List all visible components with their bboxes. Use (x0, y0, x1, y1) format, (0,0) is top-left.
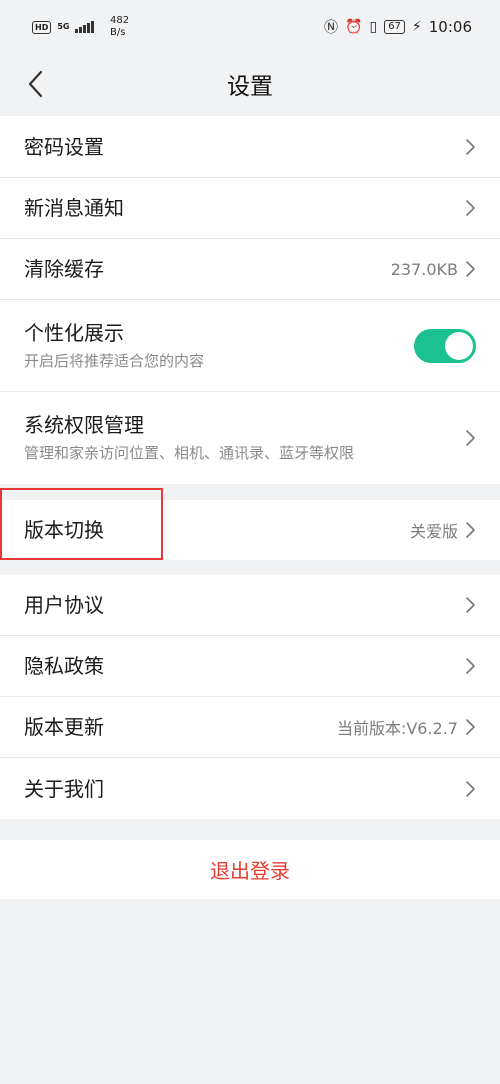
chevron-right-icon (464, 657, 476, 675)
back-button[interactable] (18, 66, 54, 102)
chevron-right-icon (464, 429, 476, 447)
nfc-icon: Ⓝ (324, 20, 339, 36)
status-bar: HD 5G 482 B/s Ⓝ ⏰ ▯ 67 ⚡ 10:06 (0, 0, 500, 54)
row-personalized-display: 个性化展示 开启后将推荐适合您的内容 (0, 300, 500, 392)
row-clear-cache[interactable]: 清除缓存 237.0KB (0, 239, 500, 300)
charging-icon: ⚡ (411, 19, 422, 35)
chevron-right-icon (464, 521, 476, 539)
clock: 10:06 (428, 18, 472, 36)
row-password-settings[interactable]: 密码设置 (0, 116, 500, 178)
network-type: 5G (57, 22, 70, 31)
row-label: 密码设置 (24, 134, 104, 159)
row-label: 版本切换 (24, 518, 104, 542)
row-label: 隐私政策 (24, 654, 104, 678)
chevron-right-icon (464, 780, 476, 798)
row-subtitle: 管理和家亲访问位置、相机、通讯录、蓝牙等权限 (24, 444, 355, 462)
status-right: Ⓝ ⏰ ▯ 67 ⚡ 10:06 (324, 17, 472, 37)
toggle-knob (445, 331, 473, 360)
alarm-icon: ⏰ (345, 19, 363, 35)
row-label: 关于我们 (24, 776, 104, 801)
logout-label: 退出登录 (210, 859, 290, 883)
logout-button[interactable]: 退出登录 (0, 840, 500, 899)
current-version-mode: 关爱版 (409, 522, 458, 541)
personalization-toggle[interactable] (414, 328, 476, 363)
signal-icon (75, 21, 94, 33)
current-version: 当前版本:V6.2.7 (336, 719, 458, 738)
row-version-update[interactable]: 版本更新 当前版本:V6.2.7 (0, 697, 500, 758)
chevron-right-icon (464, 718, 476, 736)
settings-group-account: 密码设置 新消息通知 清除缓存 237.0KB 个性化展示 开启后将推荐适合您的… (0, 116, 500, 484)
row-user-agreement[interactable]: 用户协议 (0, 575, 500, 636)
vibrate-icon: ▯ (369, 19, 378, 35)
chevron-right-icon (464, 260, 476, 278)
row-label: 新消息通知 (24, 196, 124, 220)
row-label: 系统权限管理 (24, 413, 144, 437)
battery-level: 67 (388, 21, 401, 32)
status-left: HD 5G 482 B/s (32, 15, 129, 39)
row-label: 清除缓存 (24, 257, 104, 281)
settings-group-about: 用户协议 隐私政策 版本更新 当前版本:V6.2.7 关于我们 (0, 575, 500, 819)
chevron-right-icon (464, 138, 476, 156)
speed-value: 482 (109, 15, 130, 26)
row-label: 用户协议 (24, 593, 104, 617)
row-system-permissions[interactable]: 系统权限管理 管理和家亲访问位置、相机、通讯录、蓝牙等权限 (0, 392, 500, 484)
network-speed: 482 B/s (110, 15, 129, 39)
row-privacy-policy[interactable]: 隐私政策 (0, 636, 500, 697)
row-label: 个性化展示 (24, 320, 124, 345)
row-version-switch[interactable]: 版本切换 关爱版 (0, 500, 500, 560)
row-message-notifications[interactable]: 新消息通知 (0, 178, 500, 239)
hd-badge: HD (32, 20, 52, 34)
network-indicator: 5G (57, 23, 69, 31)
chevron-right-icon (464, 199, 476, 217)
chevron-left-icon (28, 70, 43, 98)
row-label: 版本更新 (24, 715, 104, 739)
settings-group-version-switch: 版本切换 关爱版 (0, 500, 500, 560)
row-about-us[interactable]: 关于我们 (0, 758, 500, 819)
row-subtitle: 开启后将推荐适合您的内容 (24, 351, 205, 370)
cache-size: 237.0KB (390, 259, 458, 279)
nav-bar: 设置 (0, 54, 500, 114)
speed-unit: B/s (109, 27, 126, 38)
page-title: 设置 (227, 74, 273, 100)
chevron-right-icon (464, 596, 476, 614)
battery-icon: 67 (384, 20, 405, 34)
